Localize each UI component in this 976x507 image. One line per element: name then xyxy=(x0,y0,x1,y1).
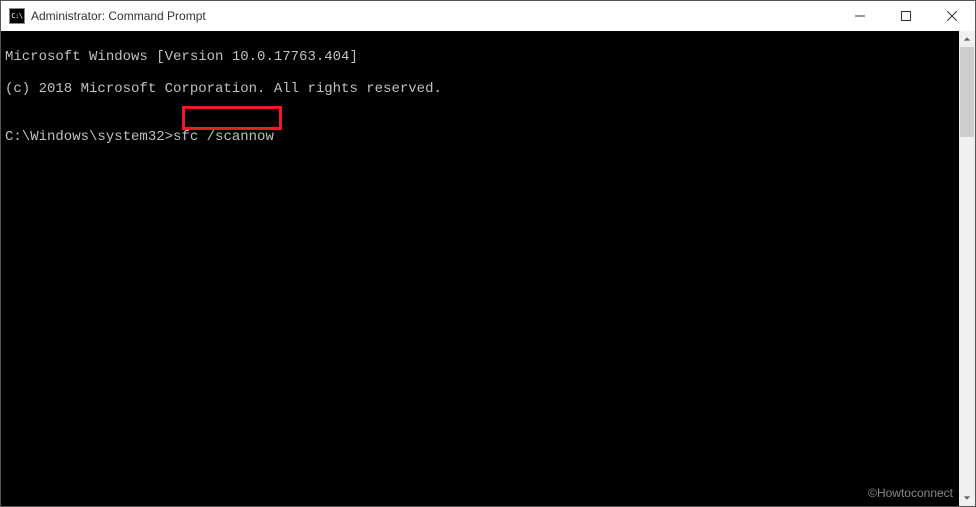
terminal-prompt: C:\Windows\system32> xyxy=(5,129,173,145)
window-controls xyxy=(837,1,975,31)
close-button[interactable] xyxy=(929,1,975,31)
minimize-icon xyxy=(855,11,865,21)
terminal-command: sfc /scannow xyxy=(173,129,274,145)
terminal-line-version: Microsoft Windows [Version 10.0.17763.40… xyxy=(5,49,971,65)
chevron-down-icon xyxy=(963,494,971,502)
terminal-prompt-line: C:\Windows\system32>sfc /scannow xyxy=(5,129,971,145)
close-icon xyxy=(947,11,957,21)
scrollbar-thumb[interactable] xyxy=(960,47,974,137)
maximize-icon xyxy=(901,11,911,21)
scrollbar-up-button[interactable] xyxy=(959,31,975,47)
scrollbar-down-button[interactable] xyxy=(959,490,975,506)
terminal-area[interactable]: Microsoft Windows [Version 10.0.17763.40… xyxy=(1,31,975,506)
command-prompt-window: C:\ Administrator: Command Prompt Micros… xyxy=(0,0,976,507)
terminal-content: Microsoft Windows [Version 10.0.17763.40… xyxy=(1,31,975,179)
vertical-scrollbar[interactable] xyxy=(959,31,975,506)
cmd-icon-text: C:\ xyxy=(11,13,22,20)
cursor xyxy=(274,131,282,145)
watermark-text: ©Howtoconnect xyxy=(868,486,953,500)
minimize-button[interactable] xyxy=(837,1,883,31)
cmd-icon: C:\ xyxy=(9,8,25,24)
chevron-up-icon xyxy=(963,35,971,43)
maximize-button[interactable] xyxy=(883,1,929,31)
terminal-line-copyright: (c) 2018 Microsoft Corporation. All righ… xyxy=(5,81,971,97)
window-title: Administrator: Command Prompt xyxy=(31,9,206,23)
titlebar[interactable]: C:\ Administrator: Command Prompt xyxy=(1,1,975,31)
